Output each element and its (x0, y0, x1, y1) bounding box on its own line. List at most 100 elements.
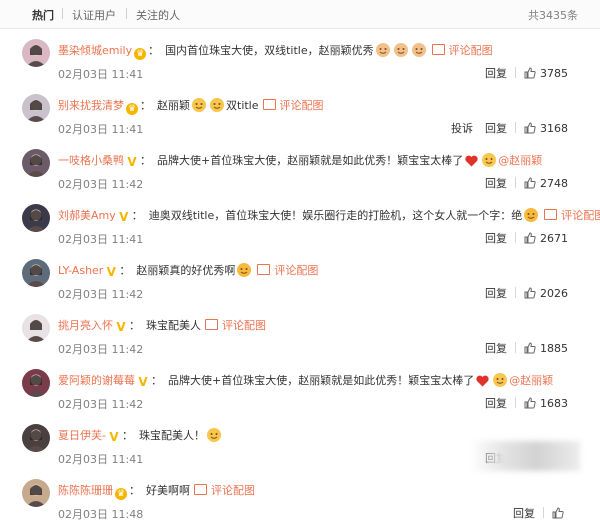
username-link[interactable]: LY-Asher (58, 264, 103, 277)
like-button[interactable]: 3785 (524, 67, 568, 80)
heart-emoji (476, 375, 489, 387)
image-icon (544, 209, 558, 220)
comment-actions: 回复 3785 (473, 65, 568, 82)
username-link[interactable]: 夏日伊芙- (58, 429, 106, 442)
colon-separator: ： (119, 264, 131, 277)
image-icon (262, 99, 276, 110)
comment-text: 珠宝配美人 (146, 319, 201, 332)
avatar[interactable] (22, 314, 50, 342)
action-divider (515, 177, 516, 188)
comment-actions: 回复 1683 (473, 395, 568, 412)
like-button[interactable]: 2671 (524, 232, 568, 245)
colon-separator: ： (129, 319, 140, 332)
avatar[interactable] (22, 204, 50, 232)
avatar[interactable] (22, 369, 50, 397)
reply-button[interactable]: 回复 (485, 342, 507, 355)
comment-text-line: 墨染倾城emily ♛： 国内首位珠宝大使，双线title，赵丽颖优秀 评论配图 (58, 42, 580, 60)
thumbs-up-icon (524, 287, 536, 302)
avatar[interactable] (22, 94, 50, 122)
tab-divider (62, 8, 63, 19)
comment-text: 迪奥双线title，首位珠宝大使！娱乐圈行走的打脸机，这个女人就一个字：绝 (148, 209, 523, 222)
username-link[interactable]: 墨染倾城emily (58, 44, 132, 57)
reply-button[interactable]: 回复 (485, 67, 507, 80)
blurred-region (470, 441, 580, 471)
timestamp: 02月03日 11:42 (58, 343, 144, 356)
like-button[interactable]: 2748 (524, 177, 568, 190)
mention-link[interactable]: @赵丽颖 (498, 154, 542, 167)
comment-text: 国内首位珠宝大使，双线title，赵丽颖优秀 (165, 44, 374, 57)
comment-item: 墨染倾城emily ♛： 国内首位珠宝大使，双线title，赵丽颖优秀 评论配图 02月… (0, 33, 600, 89)
like-button[interactable]: 1683 (524, 397, 568, 410)
shy-emoji (210, 98, 224, 112)
comment-pic-link[interactable]: 评论配图 (274, 264, 318, 277)
reply-button[interactable]: 回复 (485, 397, 507, 410)
timestamp: 02月03日 11:41 (58, 68, 144, 81)
comment-item: 爱阿颖的谢莓莓 V： 品牌大使+首位珠宝大使，赵丽颖就是如此优秀！颖宝宝太棒了 @赵丽… (0, 363, 600, 419)
reply-button[interactable]: 回复 (485, 232, 507, 245)
comment-pic-link[interactable]: 评论配图 (561, 209, 600, 222)
reply-button[interactable]: 回复 (485, 177, 507, 190)
colon-separator: ： (131, 209, 143, 222)
member-crown-icon: ♛ (115, 488, 127, 500)
dog-emoji (375, 43, 390, 57)
comment-text: 好美啊啊 (146, 484, 190, 497)
like-button[interactable]: 3168 (524, 122, 568, 135)
avatar[interactable] (22, 424, 50, 452)
like-count: 2671 (540, 232, 568, 245)
verified-v-icon: V (106, 265, 116, 279)
thumbs-up-icon (524, 122, 536, 137)
report-button[interactable]: 投诉 (451, 122, 473, 135)
thumbs-up-icon (524, 232, 536, 247)
reply-button[interactable]: 回复 (485, 287, 507, 300)
verified-v-icon: V (119, 210, 129, 224)
member-crown-icon: ♛ (134, 48, 147, 60)
comment-pic-link[interactable]: 评论配图 (222, 319, 266, 332)
timestamp: 02月03日 11:48 (58, 508, 144, 521)
colon-separator: ： (140, 154, 151, 167)
avatar[interactable] (22, 149, 50, 177)
like-button[interactable]: 1885 (524, 342, 568, 355)
action-divider (515, 67, 516, 78)
username-link[interactable]: 别来扰我清梦 (58, 99, 124, 112)
avatar[interactable] (22, 39, 50, 67)
mention-link[interactable]: @赵丽颖 (509, 374, 553, 387)
timestamp: 02月03日 11:42 (58, 288, 144, 301)
verified-v-icon: V (116, 320, 126, 334)
timestamp: 02月03日 11:42 (58, 178, 144, 191)
comment-item: 刘郝美Amy V： 迪奥双线title，首位珠宝大使！娱乐圈行走的打脸机，这个女人就… (0, 198, 600, 254)
username-link[interactable]: 陈陈陈珊珊 (58, 484, 113, 497)
avatar[interactable] (22, 479, 50, 507)
comment-item: 一吱格小桑鸭 V： 品牌大使+首位珠宝大使，赵丽颖就是如此优秀！颖宝宝太棒了 @赵丽颖… (0, 143, 600, 199)
comment-actions: 投诉 回复 3168 (439, 120, 568, 137)
comment-actions: 回复 2671 (473, 230, 568, 247)
cry-emoji (493, 373, 508, 387)
like-button[interactable] (552, 507, 568, 520)
comment-total: 共3435条 (528, 9, 578, 22)
image-icon (205, 319, 218, 330)
username-link[interactable]: 刘郝美Amy (58, 209, 116, 222)
verified-v-icon: V (138, 375, 148, 389)
timestamp: 02月03日 11:41 (58, 453, 144, 466)
username-link[interactable]: 一吱格小桑鸭 (58, 154, 124, 167)
comment-text: 赵丽颖真的好优秀啊 (136, 264, 236, 277)
comment-pic-link[interactable]: 评论配图 (449, 44, 493, 57)
username-link[interactable]: 挑月亮入怀 (58, 319, 113, 332)
reply-button[interactable]: 回复 (513, 507, 535, 520)
like-count: 1885 (540, 342, 568, 355)
shy-emoji (206, 428, 221, 442)
username-link[interactable]: 爱阿颖的谢莓莓 (58, 374, 135, 387)
comment-pic-link[interactable]: 评论配图 (211, 484, 255, 497)
tab-followed[interactable]: 关注的人 (136, 7, 180, 23)
tab-verified[interactable]: 认证用户 (72, 7, 116, 23)
comment-text: 赵丽颖 (157, 99, 190, 112)
comment-text: 双title (226, 99, 259, 112)
reply-button[interactable]: 回复 (485, 122, 507, 135)
heart-emoji (465, 155, 478, 167)
comment-pic-link[interactable]: 评论配图 (280, 99, 324, 112)
like-button[interactable]: 2026 (524, 287, 568, 300)
colon-separator: ： (121, 429, 133, 442)
thumbs-up-icon (524, 397, 536, 412)
avatar[interactable] (22, 259, 50, 287)
tab-hot[interactable]: 热门 (32, 7, 54, 23)
like-count: 2026 (540, 287, 568, 300)
